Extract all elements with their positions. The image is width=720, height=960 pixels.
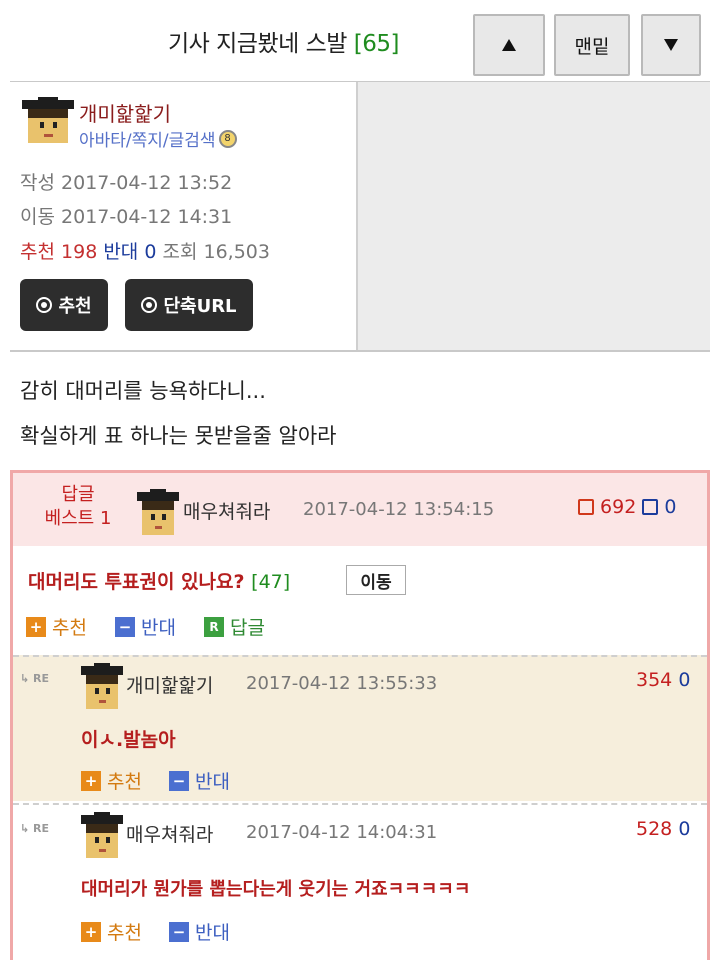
sub-reply-up-count: 354: [636, 669, 673, 691]
plus-icon: +: [81, 921, 101, 942]
re-arrow-icon: ↳ RE: [20, 822, 50, 835]
minus-icon: −: [169, 770, 189, 791]
ad-area: [358, 82, 710, 352]
sub-reply-score: 528 0: [636, 818, 690, 840]
plus-icon: +: [26, 616, 46, 637]
sub-reply-recommend-label: 추천: [107, 771, 142, 793]
views-count: 16,503: [203, 241, 270, 263]
best-badge-line2: 베스트 1: [44, 508, 112, 529]
sub-reply-avatar[interactable]: [81, 812, 123, 858]
sub-reply-recommend-action[interactable]: + 추천: [81, 918, 142, 945]
sub-reply-down-count: 0: [678, 818, 691, 840]
sub-reply-down-count: 0: [678, 669, 691, 691]
reply-oppose-action[interactable]: − 반대: [115, 613, 176, 640]
reply-oppose-label: 반대: [141, 617, 176, 639]
views-label: 조회: [162, 241, 198, 263]
sub-reply-nickname[interactable]: 개미핥핥기: [126, 671, 213, 698]
sub-reply-oppose-label: 반대: [195, 771, 230, 793]
sub-reply-up-count: 528: [636, 818, 673, 840]
re-label: RE: [33, 672, 50, 685]
oppose-label: 반대: [103, 241, 139, 263]
oppose-count: 0: [144, 241, 157, 263]
sub-reply-score: 354 0: [636, 669, 690, 691]
re-label: RE: [33, 822, 50, 835]
sub-reply-oppose-action[interactable]: − 반대: [169, 918, 230, 945]
sub-reply-nickname[interactable]: 매우쳐줘라: [126, 820, 213, 847]
sub-reply-date: 2017-04-12 14:04:31: [246, 822, 438, 843]
sub-reply-recommend-action[interactable]: + 추천: [81, 767, 142, 794]
target-icon: [36, 297, 53, 313]
scroll-bottom-button[interactable]: 맨밑: [554, 14, 630, 76]
reply-down-count: 0: [664, 496, 677, 518]
divider: [10, 350, 710, 352]
author-links-text[interactable]: 아바타/쪽지/글검색: [79, 126, 216, 151]
created-date: 2017-04-12 13:52: [61, 172, 233, 194]
reply-content-text: 대머리도 투표권이 있나요?: [28, 571, 245, 593]
sub-reply-content: 대머리가 뭔가를 뽑는다는게 웃기는 거죠ㅋㅋㅋㅋㅋ: [81, 879, 471, 900]
minus-icon: −: [169, 921, 189, 942]
link-icon: [141, 297, 158, 313]
reply-content: 대머리도 투표권이 있나요? [47]: [28, 567, 290, 594]
minus-icon: −: [115, 616, 135, 637]
reply-recommend-action[interactable]: + 추천: [26, 613, 87, 640]
recommend-button[interactable]: 추천: [20, 279, 108, 331]
reply-reply-label: 답글: [230, 617, 265, 639]
reply-reply-count: [47]: [251, 571, 291, 593]
sub-reply-recommend-label: 추천: [107, 922, 142, 944]
short-url-button[interactable]: 단축URL: [125, 279, 253, 331]
post-body-line: 확실하게 표 하나는 못받을줄 알아라: [20, 424, 337, 448]
best-badge-line1: 답글: [61, 484, 95, 505]
recommend-button-label: 추천: [58, 296, 92, 317]
reply-score: 692 0: [578, 496, 677, 518]
sub-reply-oppose-label: 반대: [195, 922, 230, 944]
best-reply-badge: 답글 베스트 1: [28, 483, 128, 531]
stats-row: 추천 198 반대 0 조회 16,503: [20, 237, 270, 264]
created-row: 작성 2017-04-12 13:52: [20, 168, 232, 195]
recommend-count: 198: [61, 241, 98, 263]
post-title-text: 기사 지금봤네 스발: [168, 31, 347, 57]
level-badge-icon: 8: [218, 129, 237, 148]
reply-date: 2017-04-12 13:54:15: [303, 499, 495, 520]
moved-label: 이동: [20, 206, 55, 228]
move-button[interactable]: 이동: [346, 565, 406, 595]
reply-reply-action[interactable]: R 답글: [204, 613, 265, 640]
scroll-up-button[interactable]: [473, 14, 545, 76]
reply-avatar[interactable]: [137, 489, 179, 535]
plus-icon: +: [81, 770, 101, 791]
moved-row: 이동 2017-04-12 14:31: [20, 202, 232, 229]
short-url-button-label: 단축URL: [163, 296, 237, 317]
author-links[interactable]: 아바타/쪽지/글검색 8: [79, 126, 237, 151]
sub-reply-date: 2017-04-12 13:55:33: [246, 673, 438, 694]
reply-recommend-label: 추천: [52, 617, 87, 639]
reply-up-count: 692: [600, 496, 637, 518]
thumbs-up-icon: [578, 499, 594, 515]
post-title: 기사 지금봤네 스발 [65]: [168, 24, 399, 58]
thumbs-down-icon: [642, 499, 659, 515]
arrow-up-icon: [502, 39, 516, 51]
author-name[interactable]: 개미핥핥기: [79, 98, 171, 127]
post-body-line: 감히 대머리를 능욕하다니...: [20, 379, 266, 403]
reply-nickname[interactable]: 매우쳐줘라: [183, 497, 270, 524]
author-avatar[interactable]: [22, 97, 74, 144]
sub-reply-oppose-action[interactable]: − 반대: [169, 767, 230, 794]
re-arrow-icon: ↳ RE: [20, 672, 50, 685]
reply-icon: R: [204, 616, 224, 637]
sub-reply-content: 이ㅅ.발놈아: [81, 729, 176, 751]
sub-reply-avatar[interactable]: [81, 663, 123, 709]
moved-date: 2017-04-12 14:31: [61, 206, 233, 228]
arrow-down-icon: [664, 39, 678, 51]
created-label: 작성: [20, 172, 55, 194]
recommend-label: 추천: [20, 241, 55, 263]
scroll-down-button[interactable]: [641, 14, 701, 76]
comment-count: [65]: [353, 31, 400, 57]
